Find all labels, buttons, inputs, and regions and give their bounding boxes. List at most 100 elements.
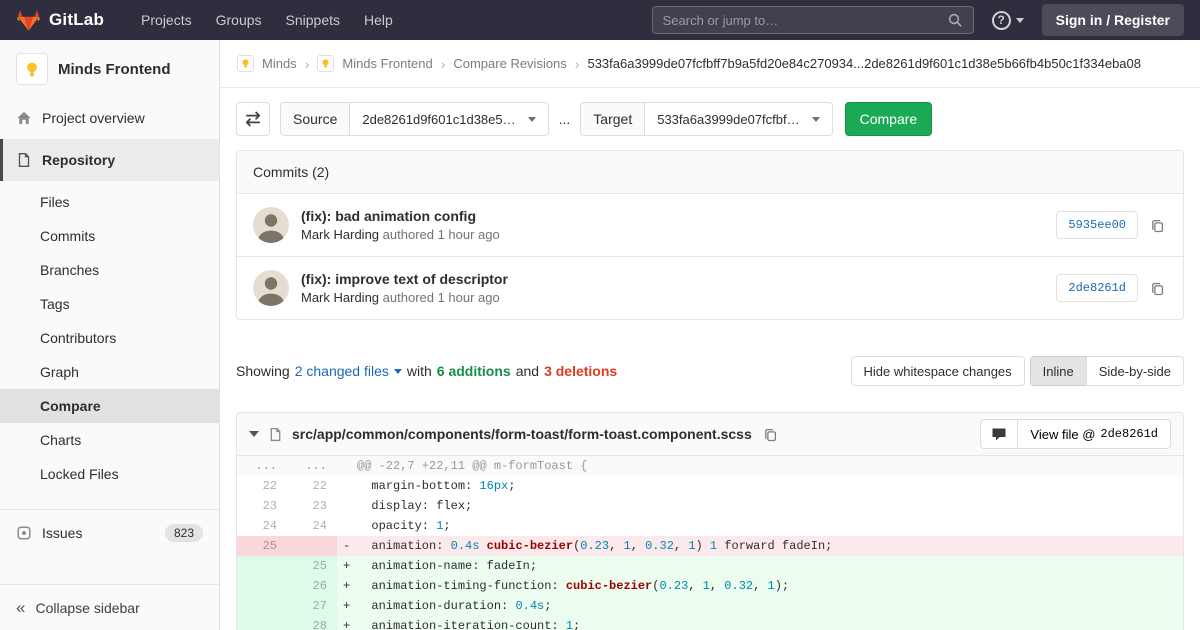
sidebar-item-branches[interactable]: Branches xyxy=(0,253,219,287)
diff-view-controls: Hide whitespace changes Inline Side-by-s… xyxy=(851,356,1185,386)
code-token: display: flex; xyxy=(357,499,472,513)
toggle-comments-button[interactable] xyxy=(980,419,1018,449)
chevron-down-icon xyxy=(394,369,402,374)
project-name: Minds Frontend xyxy=(58,61,171,78)
breadcrumb-group-link[interactable]: Minds xyxy=(262,56,297,71)
sidebar-item-project-overview[interactable]: Project overview xyxy=(0,97,219,139)
target-revision-dropdown[interactable]: 533fa6a3999de07fcfbf… xyxy=(644,102,832,136)
diff-line-ctx: 2222 margin-bottom: 16px; xyxy=(237,476,1183,496)
new-line-number[interactable] xyxy=(287,536,337,556)
old-line-number[interactable] xyxy=(237,596,287,616)
chevron-down-icon xyxy=(528,117,536,122)
project-sidebar: Minds Frontend Project overview Reposito… xyxy=(0,40,220,630)
old-line-number[interactable] xyxy=(237,576,287,596)
sidebar-item-tags[interactable]: Tags xyxy=(0,287,219,321)
code-token: cubic-bezier xyxy=(566,579,652,593)
new-line-number[interactable]: 27 xyxy=(287,596,337,616)
diff-file-path[interactable]: src/app/common/components/form-toast/for… xyxy=(292,426,752,442)
code-token: , xyxy=(710,579,724,593)
nav-menu-item-groups[interactable]: Groups xyxy=(205,6,273,34)
code-token: animation-iteration-count: xyxy=(357,619,566,630)
new-line-number[interactable]: 23 xyxy=(287,496,337,516)
commit-sha-button[interactable]: 5935ee00 xyxy=(1056,211,1138,239)
commit-sha-button[interactable]: 2de8261d xyxy=(1056,274,1138,302)
search-icon[interactable] xyxy=(947,12,963,28)
sidebar-item-graph[interactable]: Graph xyxy=(0,355,219,389)
sidebar-item-repository[interactable]: Repository xyxy=(0,139,219,181)
commit-row: (fix): improve text of descriptor Mark H… xyxy=(237,256,1183,319)
sign-in-register-button[interactable]: Sign in / Register xyxy=(1042,4,1184,36)
commit-title-link[interactable]: (fix): bad animation config xyxy=(301,208,500,224)
breadcrumb-separator: › xyxy=(575,56,580,72)
hide-whitespace-button[interactable]: Hide whitespace changes xyxy=(851,356,1025,386)
old-line-number[interactable] xyxy=(237,616,287,630)
breadcrumb-project-link[interactable]: Minds Frontend xyxy=(342,56,432,71)
code-token: @@ -22,7 +22,11 @@ m-formToast { xyxy=(357,459,587,473)
sidebar-item-files[interactable]: Files xyxy=(0,185,219,219)
commit-author-link[interactable]: Mark Harding xyxy=(301,227,379,242)
sidebar-item-label: Repository xyxy=(42,152,115,168)
old-line-number[interactable]: 23 xyxy=(237,496,287,516)
compare-button[interactable]: Compare xyxy=(845,102,933,136)
new-line-number[interactable]: 26 xyxy=(287,576,337,596)
code-token: 0.23 xyxy=(580,539,609,553)
home-icon xyxy=(16,110,32,126)
code-token xyxy=(479,539,486,553)
new-line-number[interactable]: 22 xyxy=(287,476,337,496)
sidebar-item-contributors[interactable]: Contributors xyxy=(0,321,219,355)
old-line-number[interactable]: 25 xyxy=(237,536,287,556)
diff-line-add: 25+ animation-name: fadeIn; xyxy=(237,556,1183,576)
sidebar-item-issues[interactable]: Issues 823 xyxy=(0,509,219,555)
search-input[interactable] xyxy=(663,13,947,28)
changed-files-dropdown[interactable]: 2 changed files xyxy=(295,363,402,379)
nav-menu-item-projects[interactable]: Projects xyxy=(130,6,203,34)
user-avatar[interactable] xyxy=(253,207,289,243)
view-file-button[interactable]: View file @ 2de8261d xyxy=(1017,419,1171,449)
sidebar-item-compare[interactable]: Compare xyxy=(0,389,219,423)
new-line-number[interactable]: 25 xyxy=(287,556,337,576)
code-token: cubic-bezier xyxy=(487,539,573,553)
diff-file-header: src/app/common/components/form-toast/for… xyxy=(237,413,1183,456)
sidebar-item-commits[interactable]: Commits xyxy=(0,219,219,253)
help-menu[interactable]: ? xyxy=(992,11,1024,30)
user-avatar[interactable] xyxy=(253,270,289,306)
nav-menu-item-snippets[interactable]: Snippets xyxy=(275,6,351,34)
commits-panel-header: Commits (2) xyxy=(237,151,1183,194)
code-token: 16px xyxy=(479,479,508,493)
collapse-sidebar-button[interactable]: « Collapse sidebar xyxy=(0,584,219,630)
breadcrumb-section-link[interactable]: Compare Revisions xyxy=(453,56,566,71)
view-file-sha: 2de8261d xyxy=(1100,427,1158,441)
diff-code-line: + animation-iteration-count: 1; xyxy=(337,616,1183,630)
new-line-number: ... xyxy=(287,456,337,476)
gitlab-home-link[interactable]: GitLab xyxy=(16,8,104,32)
diff-line-match: ......@@ -22,7 +22,11 @@ m-formToast { xyxy=(237,456,1183,476)
diff-code-line: + animation-timing-function: cubic-bezie… xyxy=(337,576,1183,596)
new-line-number[interactable]: 24 xyxy=(287,516,337,536)
search-box[interactable] xyxy=(652,6,974,34)
copy-sha-button[interactable] xyxy=(1148,279,1167,298)
repo-sub-list: FilesCommitsBranchesTagsContributorsGrap… xyxy=(0,181,219,497)
commit-title-link[interactable]: (fix): improve text of descriptor xyxy=(301,271,508,287)
sidebar-item-locked-files[interactable]: Locked Files xyxy=(0,457,219,491)
code-token: animation-name: fadeIn; xyxy=(357,559,537,573)
side-by-side-view-button[interactable]: Side-by-side xyxy=(1086,356,1184,386)
diff-summary-row: Showing 2 changed files with 6 additions… xyxy=(236,356,1184,386)
project-home-link[interactable]: Minds Frontend xyxy=(0,40,219,97)
swap-revisions-button[interactable] xyxy=(236,102,270,136)
issues-icon xyxy=(16,525,32,541)
copy-file-path-button[interactable] xyxy=(761,425,780,444)
old-line-number[interactable]: 22 xyxy=(237,476,287,496)
old-line-number[interactable]: 24 xyxy=(237,516,287,536)
collapse-diff-caret-icon[interactable] xyxy=(249,431,259,437)
source-revision-dropdown[interactable]: 2de8261d9f601c1d38e5… xyxy=(349,102,548,136)
new-line-number[interactable]: 28 xyxy=(287,616,337,630)
commit-author-link[interactable]: Mark Harding xyxy=(301,290,379,305)
inline-view-button[interactable]: Inline xyxy=(1030,356,1087,386)
copy-sha-button[interactable] xyxy=(1148,216,1167,235)
old-line-number[interactable] xyxy=(237,556,287,576)
sidebar-item-charts[interactable]: Charts xyxy=(0,423,219,457)
code-token: animation-timing-function: xyxy=(357,579,566,593)
nav-menu-item-help[interactable]: Help xyxy=(353,6,404,34)
diff-table: ......@@ -22,7 +22,11 @@ m-formToast {22… xyxy=(237,456,1183,630)
code-token: , xyxy=(609,539,623,553)
